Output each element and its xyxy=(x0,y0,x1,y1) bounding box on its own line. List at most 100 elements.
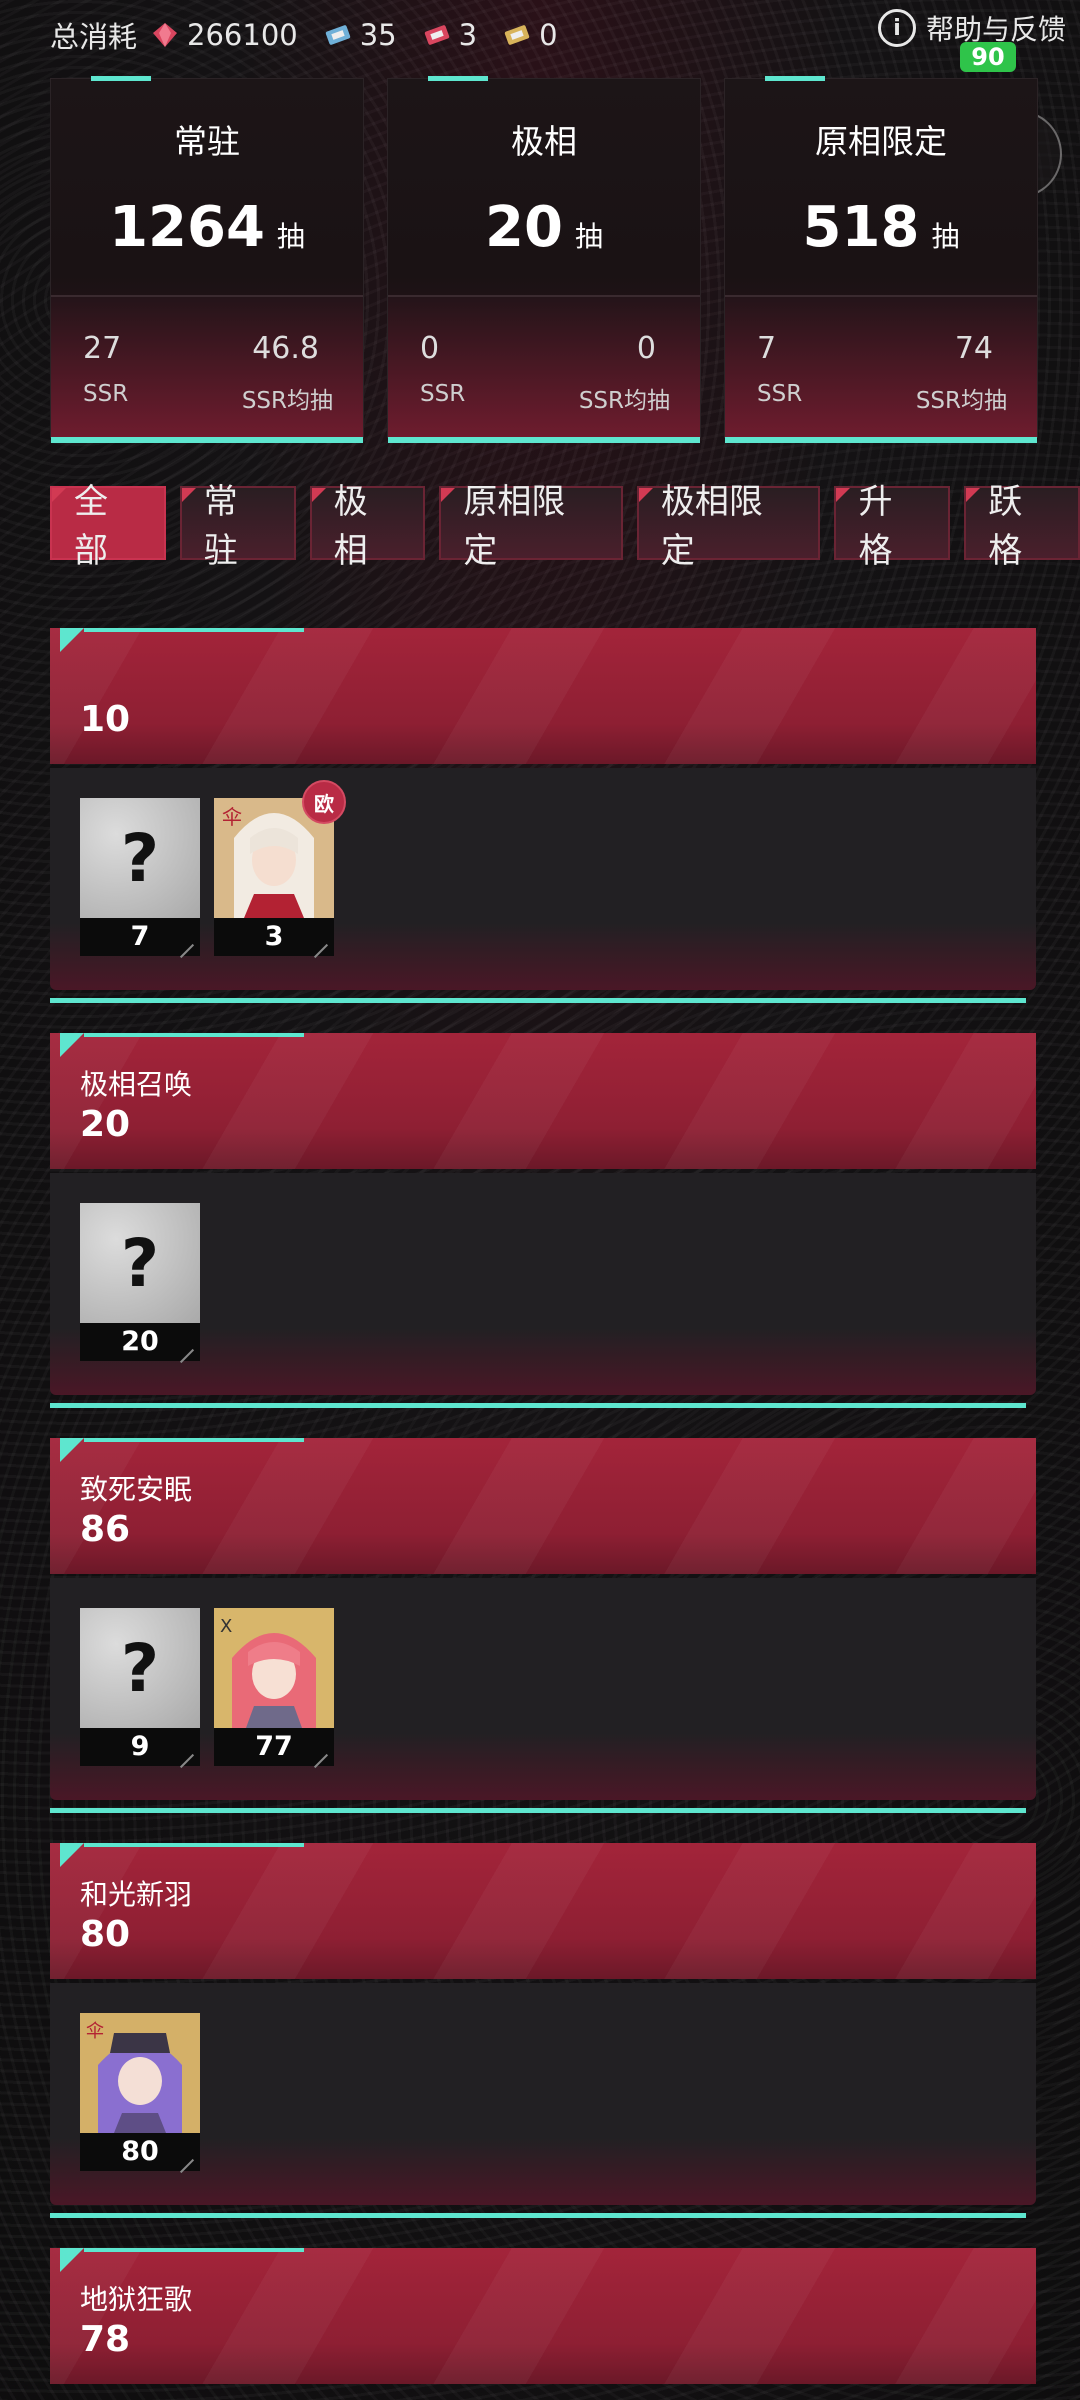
result-count: 20 xyxy=(80,1323,200,1361)
result-tile-character[interactable]: 伞 80 xyxy=(80,2013,200,2171)
stat-card-footer: 7 74 SSR SSR均抽 xyxy=(725,295,1037,437)
banner-accent-line xyxy=(50,1808,1026,1813)
result-count: 9 xyxy=(80,1728,200,1766)
stat-card-limited: 原相限定 518 抽 7 74 SSR SSR均抽 xyxy=(724,76,1038,443)
resource-ticket-blue: 35 xyxy=(324,18,397,52)
ssr-count: 0 xyxy=(420,331,440,366)
tab-original-limited[interactable]: 原相限定 xyxy=(439,482,623,571)
banner-name: 和光新羽 xyxy=(80,1878,193,1911)
result-count: 7 xyxy=(80,918,200,956)
tab-extreme-limited[interactable]: 极相限定 xyxy=(636,482,821,571)
banner-accent-line xyxy=(50,2213,1026,2218)
tab-leap[interactable]: 跃格 xyxy=(964,482,1080,571)
ssr-average-label: SSR均抽 xyxy=(578,388,670,414)
ssr-label: SSR xyxy=(83,381,129,407)
banner-accent-line xyxy=(50,998,1026,1003)
pull-unit: 抽 xyxy=(276,220,305,253)
ssr-count: 27 xyxy=(83,331,122,366)
battery-indicator: 90 xyxy=(960,42,1016,72)
pull-count: 518 xyxy=(802,195,920,260)
banner-pull-count: 86 xyxy=(80,1509,131,1550)
banner-card[interactable]: 和光新羽 80 伞 80 xyxy=(50,1843,1036,2223)
ticket-gold-icon xyxy=(504,25,530,45)
pull-count: 20 xyxy=(485,195,563,260)
stat-card-title: 极相 xyxy=(511,122,577,161)
banner-header: 地狱狂歌 78 xyxy=(50,2248,1036,2384)
tab-extreme[interactable]: 极相 xyxy=(309,482,426,571)
resource-crystal: 266100 xyxy=(151,18,298,52)
tab-ascend[interactable]: 升格 xyxy=(834,482,951,571)
unknown-character-icon: ? xyxy=(80,1608,200,1728)
info-icon: i xyxy=(877,9,916,47)
ssr-count: 7 xyxy=(757,331,777,366)
resource-ticket-red-value: 3 xyxy=(458,18,478,52)
banner-name: 地狱狂歌 xyxy=(80,2283,193,2316)
ssr-average: 74 xyxy=(954,331,993,366)
ssr-average-label: SSR均抽 xyxy=(915,388,1007,414)
result-count: 3 xyxy=(214,918,334,956)
banner-header: 10 xyxy=(50,628,1036,764)
banner-results: ? 7 伞 3 欧 xyxy=(50,768,1036,990)
svg-text:伞: 伞 xyxy=(222,805,242,829)
ticket-blue-icon xyxy=(325,25,350,45)
banner-card[interactable]: 10 ? 7 伞 3 欧 xyxy=(50,628,1036,1008)
banner-pull-count: 20 xyxy=(80,1104,131,1145)
pull-unit: 抽 xyxy=(931,220,960,253)
tab-standard[interactable]: 常驻 xyxy=(179,482,296,571)
ticket-red-icon xyxy=(424,25,449,45)
banner-card[interactable]: 致死安眠 86 ? 9 X 77 xyxy=(50,1438,1036,1818)
resource-crystal-value: 266100 xyxy=(187,18,298,52)
result-tile-character[interactable]: 伞 3 欧 xyxy=(214,780,346,956)
banner-header: 极相召唤 20 xyxy=(50,1033,1036,1169)
lucky-badge: 欧 xyxy=(302,780,346,824)
result-tile-unknown[interactable]: ? 9 xyxy=(80,1608,200,1766)
stat-card-pulls: 1264 抽 xyxy=(51,195,363,260)
unknown-character-icon: ? xyxy=(80,1203,200,1323)
banner-card[interactable]: 地狱狂歌 78 xyxy=(50,2248,1036,2400)
banner-results: 伞 80 xyxy=(50,1983,1036,2205)
resource-ticket-gold: 0 xyxy=(503,18,558,52)
stat-card-standard: 常驻 1264 抽 27 46.8 SSR SSR均抽 xyxy=(50,76,364,443)
crystal-icon xyxy=(153,23,178,47)
ssr-average: 46.8 xyxy=(252,331,319,366)
stat-card-footer: 27 46.8 SSR SSR均抽 xyxy=(51,295,363,437)
ssr-average-label: SSR均抽 xyxy=(241,388,333,414)
banner-pull-count: 10 xyxy=(80,699,131,740)
result-tile-unknown[interactable]: ? 7 xyxy=(80,798,200,956)
stat-card-title: 常驻 xyxy=(174,122,240,161)
character-portrait-icon: 伞 xyxy=(80,2013,200,2133)
ssr-label: SSR xyxy=(757,381,803,407)
banner-name: 极相召唤 xyxy=(80,1068,193,1101)
character-portrait-icon: X xyxy=(214,1608,334,1728)
result-tile-character[interactable]: X 77 xyxy=(214,1608,334,1766)
result-count: 80 xyxy=(80,2133,200,2171)
banner-accent-line xyxy=(50,1403,1026,1408)
total-consumption-label: 总消耗 xyxy=(50,20,138,54)
banner-pull-count: 80 xyxy=(80,1914,131,1955)
unknown-character-icon: ? xyxy=(80,798,200,918)
banner-results: ? 9 X 77 xyxy=(50,1578,1036,1800)
tab-all[interactable]: 全部 xyxy=(50,482,166,571)
ssr-label: SSR xyxy=(420,381,466,407)
stat-card-pulls: 20 抽 xyxy=(388,195,700,260)
stat-card-extreme: 极相 20 抽 0 0 SSR SSR均抽 xyxy=(387,76,701,443)
banner-name: 致死安眠 xyxy=(80,1473,193,1506)
banner-results: ? 20 xyxy=(50,1173,1036,1395)
stat-card-pulls: 518 抽 xyxy=(725,195,1037,260)
pull-unit: 抽 xyxy=(574,220,603,253)
banner-header: 和光新羽 80 xyxy=(50,1843,1036,1979)
result-tile-unknown[interactable]: ? 20 xyxy=(80,1203,200,1361)
pull-count: 1264 xyxy=(109,195,265,260)
resource-ticket-gold-value: 0 xyxy=(539,18,558,52)
banner-pull-count: 78 xyxy=(80,2319,131,2360)
result-count: 77 xyxy=(214,1728,334,1766)
ssr-average: 0 xyxy=(636,331,656,366)
banner-card[interactable]: 极相召唤 20 ? 20 xyxy=(50,1033,1036,1413)
stat-card-footer: 0 0 SSR SSR均抽 xyxy=(388,295,700,437)
pool-filter-tabs: 全部 常驻 极相 原相限定 极相限定 升格 跃格 xyxy=(50,482,1080,571)
resource-ticket-blue-value: 35 xyxy=(359,18,397,52)
banner-header: 致死安眠 86 xyxy=(50,1438,1036,1574)
stat-card-title: 原相限定 xyxy=(815,122,947,161)
resource-ticket-red: 3 xyxy=(423,18,477,52)
svg-text:X: X xyxy=(220,1616,232,1637)
